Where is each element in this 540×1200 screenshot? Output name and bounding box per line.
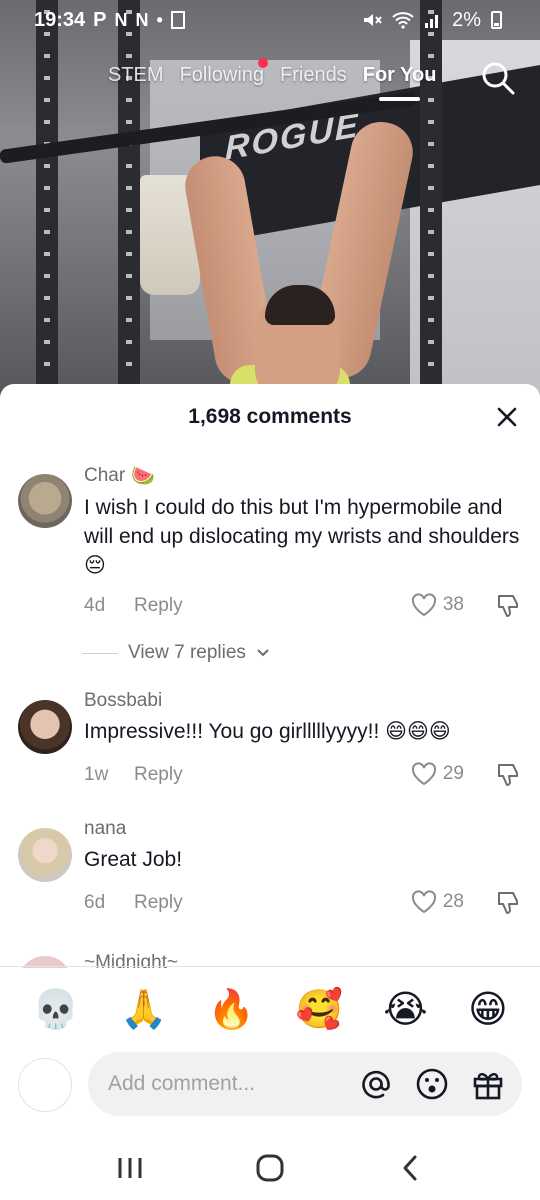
back-button[interactable] — [390, 1148, 430, 1188]
dislike-icon[interactable] — [496, 593, 520, 619]
crying-emoji-button[interactable]: 😭 — [383, 987, 427, 1031]
avatar[interactable] — [18, 700, 72, 754]
system-navigation-bar — [0, 1136, 540, 1200]
home-icon — [256, 1154, 284, 1182]
rack-post — [36, 0, 58, 400]
comment-body: Bossbabi Impressive!!! You go girlllllyy… — [84, 690, 520, 746]
heart-icon — [411, 762, 436, 786]
composer-icons — [358, 1066, 506, 1102]
comment-text: I wish I could do this but I'm hypermobi… — [84, 496, 520, 577]
grin-emoji-button[interactable]: 😁 — [468, 987, 508, 1031]
comment-body: nana Great Job! — [84, 818, 520, 874]
comment-username[interactable]: Char — [84, 465, 125, 487]
at-icon[interactable] — [358, 1066, 394, 1102]
pray-emoji-button[interactable]: 🙏 — [120, 987, 167, 1032]
status-time: 19:34 — [34, 8, 86, 31]
netflix-icon: N — [114, 9, 128, 30]
comment-text: Impressive!!! You go girlllllyyyy!! 😄😄😄 — [84, 720, 451, 743]
like-count: 29 — [442, 763, 464, 784]
comment-username[interactable]: Bossbabi — [84, 690, 162, 712]
skull-emoji-button[interactable]: 💀 — [32, 987, 79, 1032]
netflix-icon: N — [135, 9, 149, 30]
comment-username-row: nana — [84, 818, 520, 840]
signal-icon — [425, 15, 439, 28]
comments-list[interactable]: Char 🍉 I wish I could do this but I'm hy… — [0, 450, 540, 968]
close-icon[interactable] — [496, 406, 518, 428]
mute-icon — [364, 14, 382, 26]
tab-following[interactable]: Following — [179, 58, 269, 87]
dislike-icon[interactable] — [496, 890, 520, 916]
like-button[interactable]: 29 — [411, 762, 464, 786]
back-icon — [403, 1155, 417, 1181]
watermelon-icon: 🍉 — [131, 466, 155, 487]
quick-emoji-bar: 💀 🙏 🔥 🥰 😭 😁 — [0, 976, 540, 1042]
comment-time: 1w — [84, 764, 109, 785]
replies-divider-line — [82, 652, 118, 654]
status-right: 2% — [362, 9, 502, 32]
comments-count-title: 1,698 comments — [188, 405, 352, 428]
notification-dot — [258, 58, 269, 68]
tab-friends[interactable]: Friends — [280, 64, 347, 87]
battery-percent: 2% — [452, 8, 481, 31]
reply-button[interactable]: Reply — [134, 764, 183, 786]
image-icon — [170, 11, 185, 29]
rack-post — [118, 0, 140, 400]
comment-username-row: Bossbabi — [84, 690, 520, 712]
comment-text: Great Job! — [84, 848, 183, 871]
emoji-icon[interactable] — [414, 1066, 450, 1102]
comment-username[interactable]: nana — [84, 818, 126, 840]
recents-icon — [118, 1158, 142, 1178]
home-button[interactable] — [250, 1148, 290, 1188]
tab-stem[interactable]: STEM — [108, 64, 164, 87]
comment-time: 4d — [84, 595, 106, 616]
gift-icon[interactable] — [470, 1066, 506, 1102]
comment-username-row: Char 🍉 — [84, 464, 520, 488]
avatar[interactable] — [18, 828, 72, 882]
comments-header: 1,698 comments — [0, 384, 540, 450]
tab-for-you[interactable]: For You — [363, 64, 436, 101]
like-button[interactable]: 38 — [411, 593, 464, 617]
dislike-icon[interactable] — [496, 762, 520, 788]
recents-button[interactable] — [110, 1148, 150, 1188]
like-count: 28 — [442, 891, 464, 912]
battery-icon — [491, 11, 502, 29]
status-left: 19:34 P N N • — [34, 9, 185, 32]
view-replies-button[interactable]: View 7 replies — [82, 642, 270, 664]
add-comment-placeholder: Add comment... — [108, 1072, 256, 1095]
comment-body: Char 🍉 I wish I could do this but I'm hy… — [84, 464, 520, 580]
chevron-down-icon — [257, 649, 269, 657]
heart-icon — [411, 890, 436, 914]
like-button[interactable]: 28 — [411, 890, 464, 914]
status-bar: 19:34 P N N • 2% — [0, 0, 540, 40]
rack-post — [420, 0, 442, 400]
comment-composer: Add comment... — [0, 1052, 540, 1120]
love-emoji-button[interactable]: 🥰 — [296, 987, 343, 1032]
avatar[interactable] — [18, 474, 72, 528]
tab-following-label: Following — [179, 64, 265, 86]
wifi-icon — [392, 12, 414, 29]
top-nav-tabs: STEM Following Friends For You — [108, 58, 436, 101]
video-background[interactable]: ROGUE — [0, 0, 540, 400]
heart-icon — [411, 593, 436, 617]
like-count: 38 — [442, 594, 464, 615]
my-avatar[interactable] — [18, 1058, 72, 1112]
divider — [0, 966, 540, 967]
reply-button[interactable]: Reply — [134, 595, 183, 617]
search-icon[interactable] — [480, 60, 516, 96]
add-comment-input[interactable]: Add comment... — [88, 1052, 522, 1116]
fire-emoji-button[interactable]: 🔥 — [208, 987, 255, 1032]
view-replies-label: View 7 replies — [128, 642, 246, 663]
dot-icon: • — [156, 9, 163, 30]
comment-time: 6d — [84, 892, 106, 913]
comments-sheet: 1,698 comments Char 🍉 I wish I could do … — [0, 384, 540, 1200]
reply-button[interactable]: Reply — [134, 892, 183, 914]
app-notification-icon: P — [93, 8, 107, 31]
